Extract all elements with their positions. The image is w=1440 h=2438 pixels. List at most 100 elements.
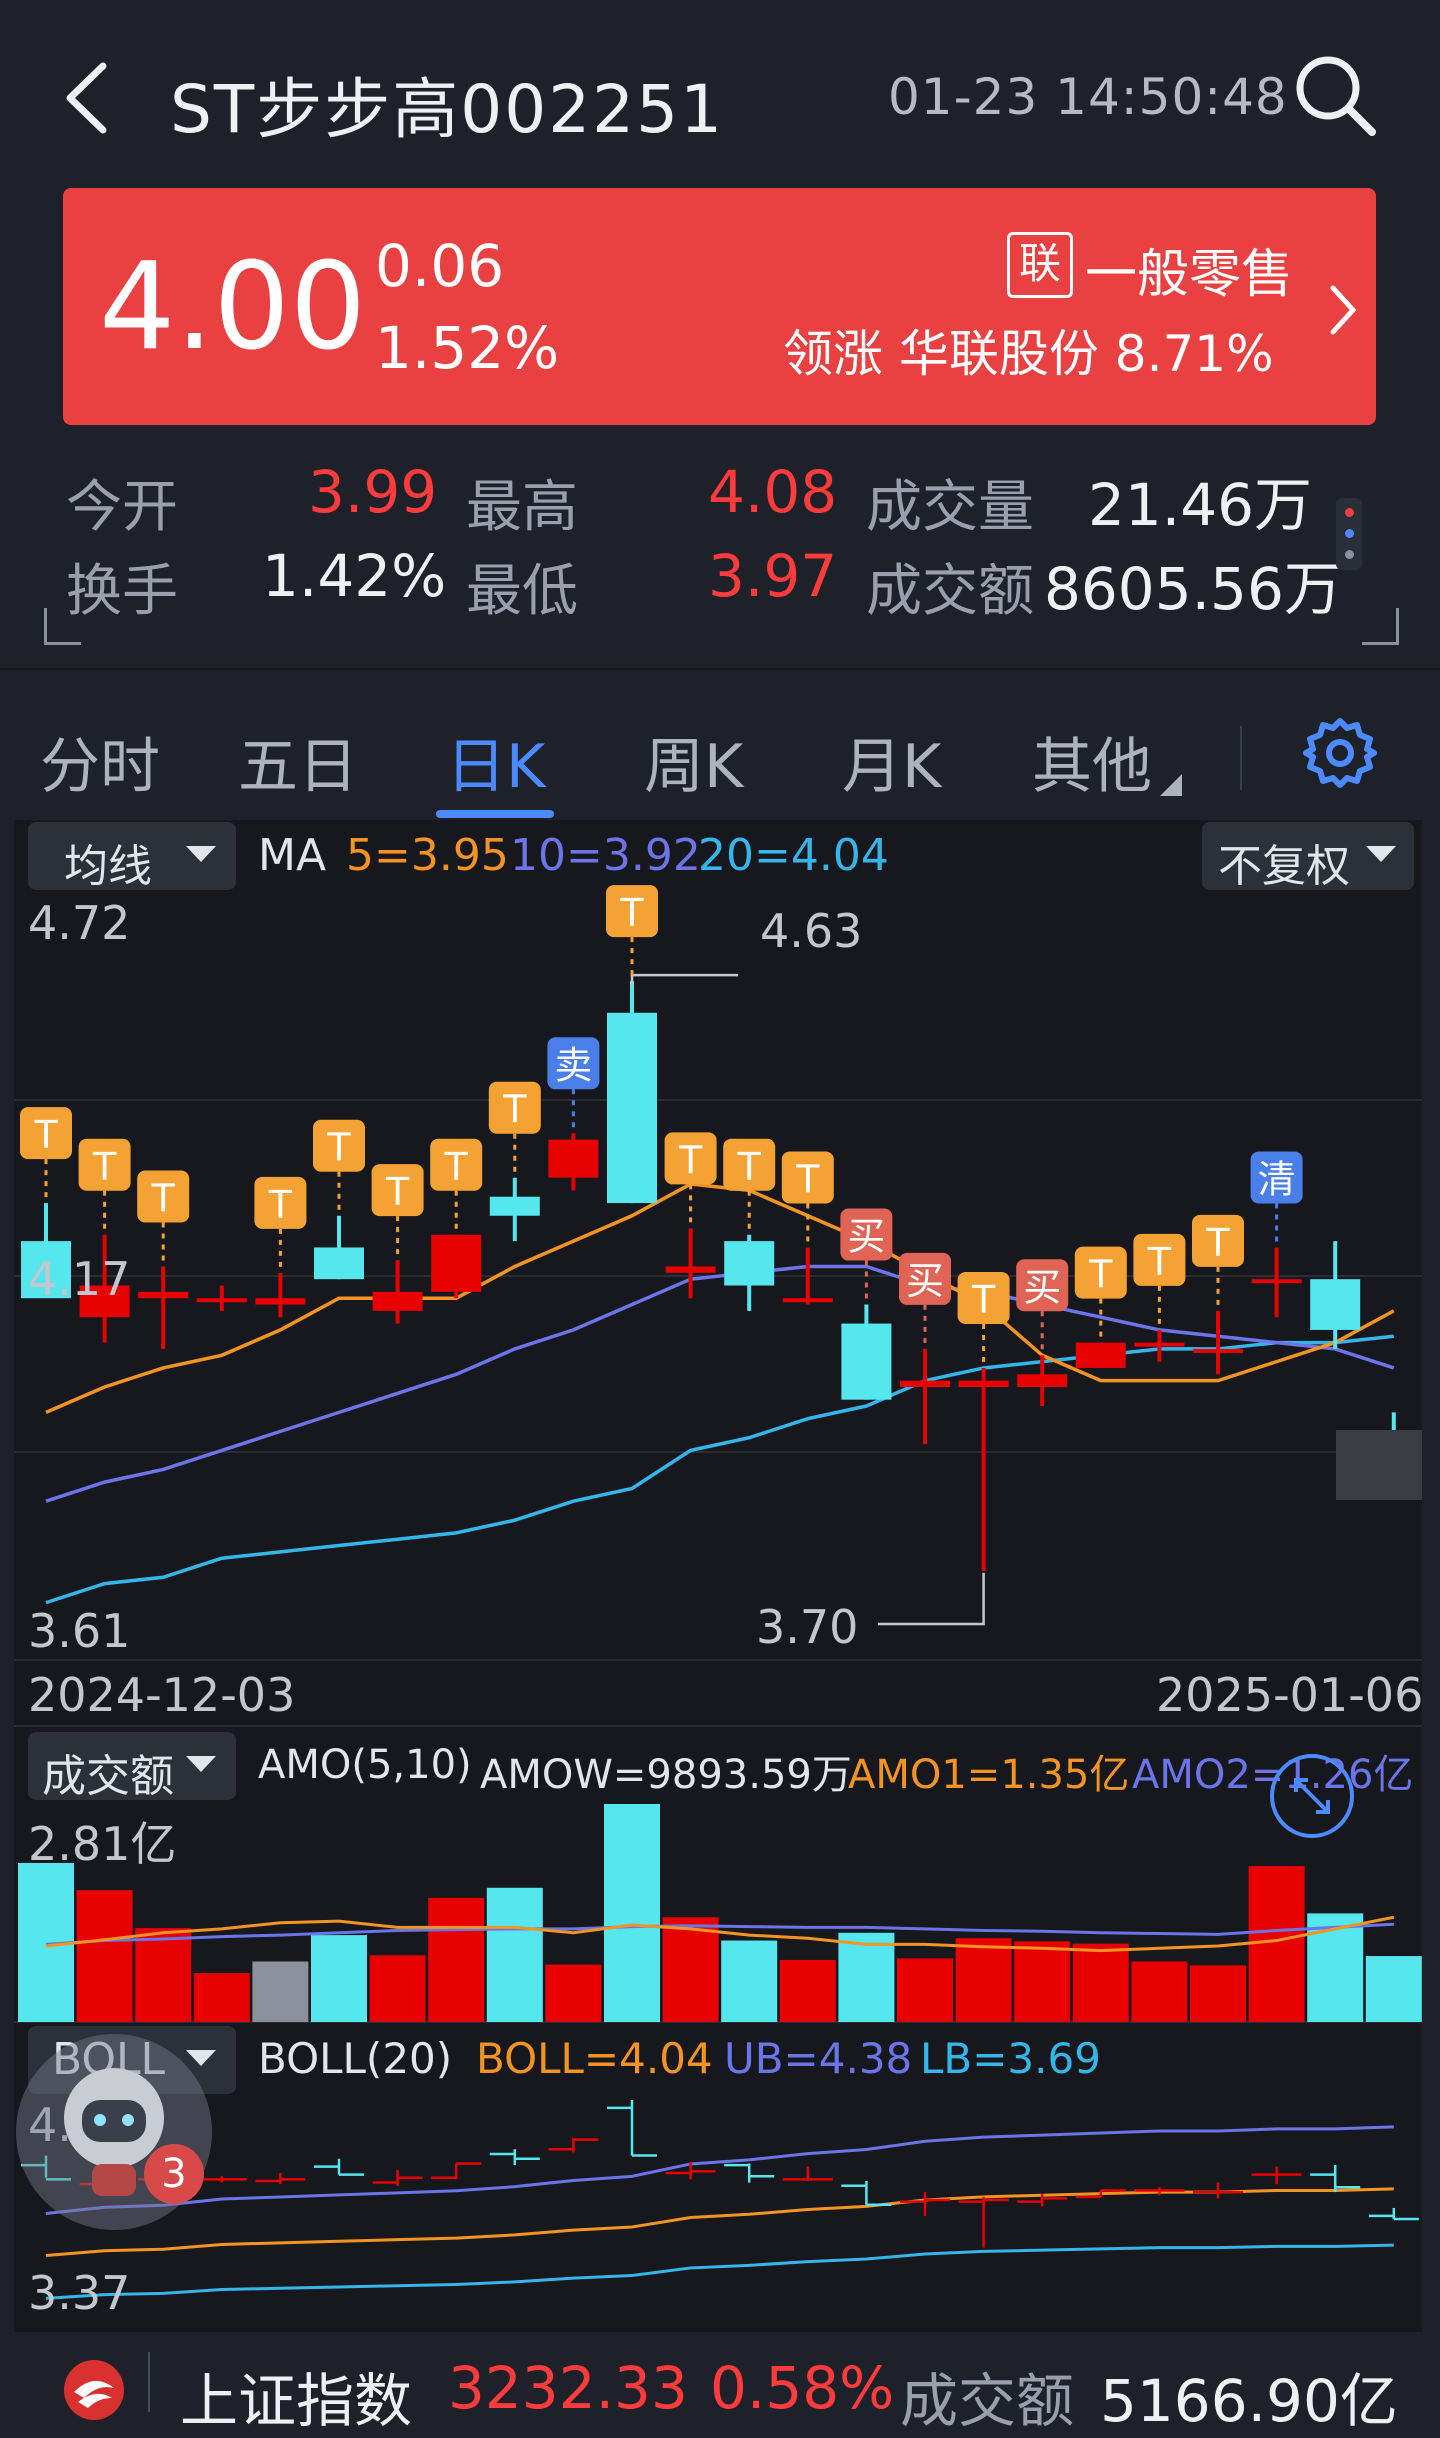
candle-body — [1134, 1342, 1185, 1347]
ma5-line — [45, 1182, 1395, 1414]
volume-bar — [135, 1928, 192, 2022]
volume-bar — [838, 1932, 895, 2022]
index-amount-label: 成交额 — [900, 2367, 1075, 2435]
date-end: 2025-01-06 — [1156, 1668, 1424, 1722]
candle-body — [372, 1291, 423, 1311]
signal-label: 清 — [1258, 1157, 1296, 1201]
assistant-float-button[interactable]: 3 — [16, 2034, 212, 2230]
volume-indicator-select[interactable]: 成交额 — [28, 1732, 236, 1802]
volume-bar — [428, 1897, 485, 2022]
signal-label: T — [268, 1183, 293, 1227]
signal-label: T — [971, 1278, 996, 1322]
candle-body — [841, 1323, 892, 1400]
candle-body — [138, 1291, 189, 1299]
amow-value: AMOW=9893.59万 — [480, 1752, 852, 1798]
signal-label: 卖 — [554, 1043, 592, 1087]
amo-params: AMO(5,10) — [258, 1742, 472, 1788]
volume-bar — [1248, 1866, 1305, 2022]
candle-body — [255, 1298, 306, 1305]
volume-bar — [955, 1938, 1012, 2022]
volume-bar — [1131, 1961, 1188, 2022]
signal-label: T — [795, 1157, 820, 1201]
boll-lb-line — [45, 2243, 1394, 2300]
signal-label: T — [444, 1145, 469, 1189]
signal-label: T — [619, 891, 644, 935]
amo-y-top: 2.81亿 — [28, 1817, 177, 1871]
volume-bar — [76, 1890, 133, 2022]
volume-bar — [779, 1959, 836, 2022]
ticker-divider — [148, 2352, 150, 2412]
volume-bar — [662, 1917, 719, 2022]
volume-select-label: 成交额 — [42, 1751, 174, 1802]
signal-label: T — [1147, 1240, 1172, 1284]
volume-bar — [545, 1964, 602, 2022]
volume-bar — [604, 1804, 660, 2022]
boll-y-bottom: 3.37 — [28, 2266, 131, 2320]
candle-body — [1075, 1342, 1126, 1368]
signal-label: T — [385, 1170, 410, 1214]
signal-label: T — [151, 1176, 176, 1220]
signal-label: 买 — [847, 1215, 885, 1259]
caret-down-icon — [186, 2050, 216, 2066]
min-marker-line — [878, 1572, 985, 1626]
candle-body — [782, 1298, 833, 1303]
ma10-line — [45, 1264, 1395, 1503]
fullscreen-toggle-icon[interactable] — [1266, 1750, 1358, 1842]
volume-bar — [311, 1935, 367, 2022]
candle-body — [724, 1241, 775, 1286]
caret-down-icon — [186, 1756, 216, 1772]
candle-body — [607, 1012, 657, 1204]
volume-bar — [252, 1961, 309, 2022]
boll-lb-value: LB=3.69 — [920, 2034, 1101, 2083]
max-marker-line — [630, 973, 738, 986]
volume-bar — [486, 1887, 543, 2022]
volume-bar — [193, 1973, 250, 2022]
amo1-value: AMO1=1.35亿 — [848, 1752, 1130, 1798]
boll-ub-line — [45, 2125, 1394, 2215]
candle-body — [431, 1234, 482, 1292]
assistant-badge: 3 — [144, 2144, 204, 2204]
signal-label: T — [1088, 1253, 1113, 1297]
y-axis-bottom: 3.61 — [28, 1604, 131, 1658]
candle-body — [665, 1266, 716, 1273]
volume-bar — [1014, 1941, 1071, 2022]
index-amount-value: 5166.90亿 — [1100, 2367, 1398, 2435]
candle-body — [489, 1196, 540, 1216]
signal-label: T — [502, 1088, 527, 1132]
min-price-marker: 3.70 — [756, 1600, 859, 1654]
volume-bar — [1190, 1965, 1246, 2022]
boll-params: BOLL(20) — [258, 2034, 453, 2083]
ma20-line — [45, 1334, 1394, 1605]
candle-body — [958, 1380, 1009, 1387]
signal-label: T — [92, 1145, 117, 1189]
boll-ub-value: UB=4.38 — [724, 2034, 913, 2083]
signal-label: T — [678, 1138, 703, 1182]
candle-body — [314, 1247, 364, 1280]
volume-bar — [369, 1955, 426, 2022]
index-pct: 0.58% — [710, 2354, 895, 2422]
boll-mid-value: BOLL=4.04 — [476, 2034, 713, 2083]
candle-body — [900, 1380, 950, 1387]
index-value: 3232.33 — [448, 2354, 688, 2422]
signal-label: 买 — [1023, 1265, 1061, 1309]
signal-label: T — [737, 1145, 762, 1189]
volume-bar — [721, 1940, 778, 2022]
candle-body — [1251, 1279, 1302, 1284]
volume-bar — [1072, 1943, 1129, 2022]
y-axis-mid: 4.17 — [28, 1252, 131, 1306]
signal-label: 买 — [906, 1259, 944, 1303]
candle-body — [1193, 1348, 1243, 1353]
candle-body — [196, 1298, 247, 1303]
index-name: 上证指数 — [180, 2367, 413, 2435]
candle-body — [548, 1139, 599, 1178]
signal-label: T — [1205, 1221, 1230, 1265]
signal-label: T — [326, 1126, 351, 1170]
max-price-marker: 4.63 — [760, 904, 863, 958]
candle-body — [1017, 1374, 1068, 1387]
candle-body — [1310, 1279, 1361, 1330]
signal-label: T — [33, 1113, 58, 1157]
y-axis-top: 4.72 — [28, 896, 131, 950]
date-start: 2024-12-03 — [28, 1668, 296, 1722]
volume-bar — [897, 1958, 953, 2022]
current-price-marker — [1336, 1430, 1422, 1500]
